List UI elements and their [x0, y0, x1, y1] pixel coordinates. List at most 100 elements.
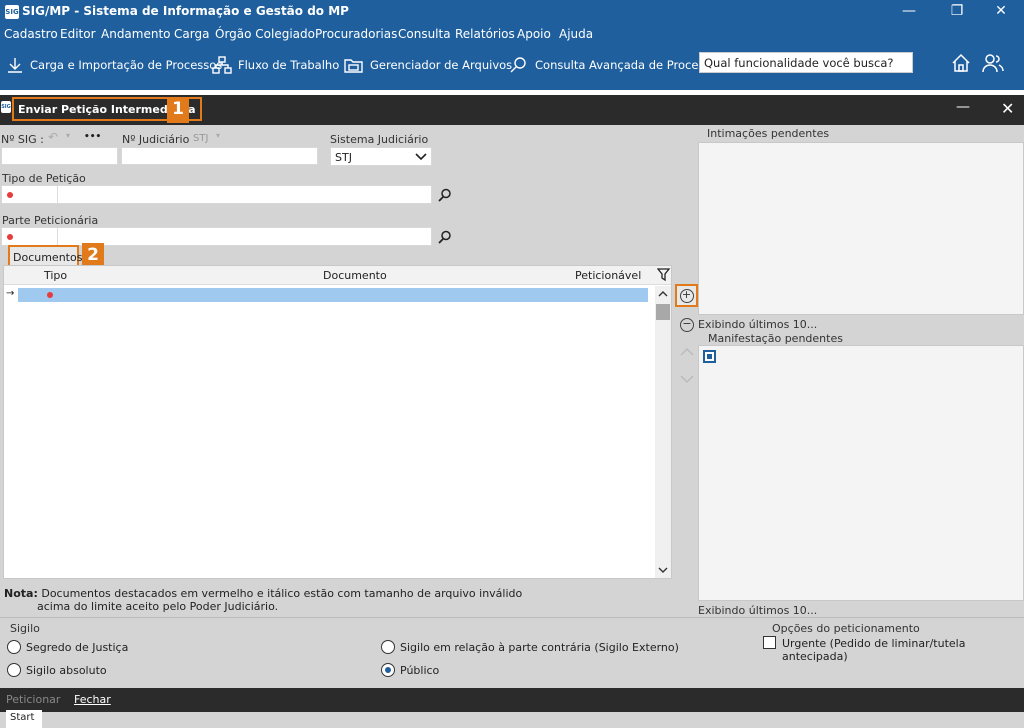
add-document-button[interactable]: +: [675, 284, 698, 307]
sig-number-field[interactable]: [1, 147, 118, 165]
toolbar-carga-importacao[interactable]: Carga e Importação de Processos: [6, 56, 222, 74]
more-options-button[interactable]: •••: [84, 132, 101, 142]
chevron-down-icon[interactable]: ▾: [66, 131, 70, 140]
field-divider: [57, 186, 58, 203]
toolbar-item-label: Consulta Avançada de Processos: [535, 58, 724, 72]
toolbar-item-label: Fluxo de Trabalho: [238, 58, 340, 72]
intimacoes-label: Intimações pendentes: [707, 127, 830, 140]
radio-publico[interactable]: [381, 663, 395, 677]
nota-line-2: acima do limite aceito pelo Poder Judici…: [37, 600, 279, 613]
dialog-icon: SIG: [1, 101, 11, 113]
radio-sigilo-externo[interactable]: [381, 640, 395, 654]
required-marker: [7, 192, 13, 198]
move-up-icon[interactable]: [680, 347, 694, 357]
table-row[interactable]: [18, 288, 648, 302]
step-badge-1: 1: [167, 97, 189, 123]
menu-andamento[interactable]: Andamento: [101, 27, 171, 41]
documents-grid: [3, 265, 672, 579]
undo-icon[interactable]: ↶: [48, 130, 58, 144]
sig-label: Nº SIG :: [1, 133, 44, 146]
toolbar-item-label: Carga e Importação de Processos: [30, 58, 223, 72]
scroll-thumb[interactable]: [656, 304, 670, 320]
radio-label: Sigilo em relação à parte contrária (Sig…: [400, 641, 679, 654]
intimacoes-panel: [698, 142, 1024, 315]
users-icon[interactable]: [981, 52, 1005, 74]
select-all-checkbox[interactable]: [703, 350, 716, 363]
manifestacao-panel: [698, 345, 1024, 601]
toolbar-fluxo-trabalho[interactable]: Fluxo de Trabalho: [212, 56, 339, 74]
col-header-tipo[interactable]: Tipo: [44, 269, 67, 282]
radio-label: Segredo de Justiça: [26, 641, 129, 654]
radio-label: Público: [400, 664, 440, 677]
chevron-down-icon[interactable]: ▾: [216, 131, 220, 140]
menu-orgao-colegiado[interactable]: Órgão Colegiado: [215, 27, 315, 41]
judiciario-number-field[interactable]: [121, 147, 318, 165]
field-divider: [57, 228, 58, 245]
dialog-minimize-icon[interactable]: —: [956, 99, 970, 115]
menu-relatorios[interactable]: Relatórios: [455, 27, 515, 41]
functionality-search-input[interactable]: Qual funcionalidade você busca?: [699, 52, 913, 73]
checkbox-indicator: [707, 354, 712, 359]
grid-scrollbar[interactable]: [655, 286, 671, 578]
tipo-peticao-field[interactable]: [1, 185, 432, 204]
required-marker: [47, 292, 53, 298]
judiciario-label: Nº Judiciário: [122, 133, 190, 146]
col-header-peticionavel[interactable]: Peticionável: [575, 269, 641, 282]
required-marker: [7, 234, 13, 240]
radio-sigilo-absoluto[interactable]: [7, 663, 21, 677]
dialog-close-icon[interactable]: ✕: [1001, 99, 1014, 118]
radio-label: Sigilo absoluto: [26, 664, 107, 677]
close-icon[interactable]: ✕: [978, 0, 1024, 24]
filter-icon[interactable]: [657, 268, 671, 282]
parte-label: Parte Peticionária: [2, 214, 99, 227]
manifestacao-count[interactable]: Exibindo últimos 10...: [698, 604, 817, 617]
manifestacao-label: Manifestação pendentes: [708, 332, 843, 345]
app-icon: SIG: [5, 5, 19, 19]
remove-document-button[interactable]: −: [680, 318, 694, 332]
search-doc-icon: [510, 57, 526, 73]
menu-apoio[interactable]: Apoio: [517, 27, 551, 41]
tab-documentos[interactable]: Documentos: [8, 245, 82, 267]
toolbar-item-label: Gerenciador de Arquivos: [370, 58, 513, 72]
menu-consulta[interactable]: Consulta: [398, 27, 451, 41]
intimacoes-count[interactable]: Exibindo últimos 10...: [698, 318, 817, 331]
tipo-peticao-label: Tipo de Petição: [2, 172, 86, 185]
sigilo-label: Sigilo: [10, 622, 40, 635]
search-icon[interactable]: [438, 188, 452, 202]
judiciario-tag: STJ: [193, 133, 209, 144]
nota-line-1: Documentos destacados em vermelho e itál…: [41, 587, 523, 600]
sistema-label: Sistema Judiciário: [330, 133, 429, 146]
sistema-value: STJ: [335, 151, 352, 164]
scroll-up-icon[interactable]: [658, 290, 668, 298]
toolbar-consulta-avancada[interactable]: Consulta Avançada de Processos: [509, 56, 723, 74]
sistema-select[interactable]: STJ: [330, 147, 432, 166]
menu-ajuda[interactable]: Ajuda: [559, 27, 593, 41]
minimize-icon[interactable]: —: [886, 0, 932, 24]
urgente-label: Urgente (Pedido de liminar/tutela anteci…: [782, 637, 966, 663]
fechar-button[interactable]: Fechar: [74, 693, 111, 706]
menu-editor[interactable]: Editor: [60, 27, 96, 41]
urgente-checkbox[interactable]: [763, 636, 776, 649]
scroll-down-icon[interactable]: [658, 566, 668, 574]
opcoes-label: Opções do peticionamento: [772, 622, 920, 635]
chevron-down-icon: [415, 153, 427, 161]
peticionar-button[interactable]: Peticionar: [6, 693, 60, 706]
search-icon[interactable]: [438, 230, 452, 244]
radio-segredo-justica[interactable]: [7, 640, 21, 654]
move-down-icon[interactable]: [680, 374, 694, 384]
start-button[interactable]: Start: [6, 710, 42, 728]
row-pointer-icon: →: [6, 288, 15, 299]
menu-cadastro[interactable]: Cadastro: [4, 27, 58, 41]
dialog-footer: Peticionar Fechar: [0, 688, 1024, 712]
folder-icon: [344, 59, 363, 73]
home-icon[interactable]: [950, 52, 972, 74]
grid-header: Tipo Documento Peticionável: [4, 266, 671, 285]
parte-field[interactable]: [1, 227, 432, 246]
nota-text: Nota: Documentos destacados em vermelho …: [4, 587, 522, 600]
restore-icon[interactable]: ❐: [934, 0, 980, 24]
menu-carga[interactable]: Carga: [174, 27, 209, 41]
toolbar-gerenciador-arquivos[interactable]: Gerenciador de Arquivos: [344, 56, 512, 74]
menu-procuradorias[interactable]: Procuradorias: [315, 27, 397, 41]
col-header-documento[interactable]: Documento: [323, 269, 387, 282]
window-title-bar: SIG SIG/MP - Sistema de Informação e Ges…: [0, 0, 1024, 24]
